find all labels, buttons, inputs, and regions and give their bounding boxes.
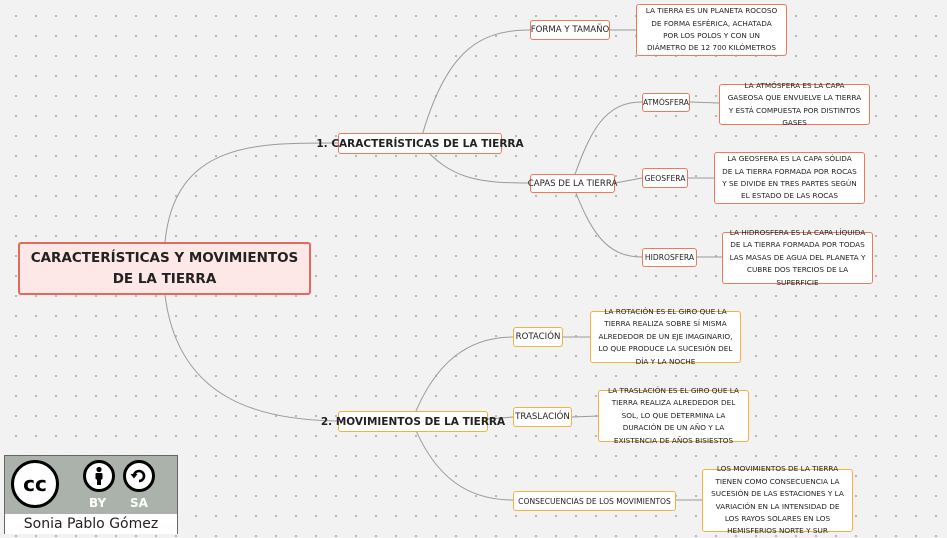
note-traslacion[interactable]: LA TRASLACIÓN ES EL GIRO QUE LA TIERRA R… <box>598 386 749 445</box>
attribution-icon <box>83 460 115 492</box>
note-consecuencias[interactable]: LOS MOVIMIENTOS DE LA TIERRA TIENEN COMO… <box>702 464 853 535</box>
connector-capas-atmosfera <box>571 101 643 184</box>
connector-root-movimientos <box>164 294 339 422</box>
root-topic-label: CARACTERÍSTICAS Y MOVIMIENTOS DE LA TIER… <box>30 249 299 287</box>
connector-car-forma <box>419 29 531 144</box>
connector-capas-geosfera <box>614 177 643 184</box>
connector-capas-hidrosfera <box>571 182 643 258</box>
note-hidrosfera[interactable]: LA HIDROSFERA ES LA CAPA LÍQUIDA DE LA T… <box>722 228 873 287</box>
connector-mov-rotacion <box>411 336 514 422</box>
subtopic-rotacion[interactable]: ROTACIÓN <box>513 327 563 347</box>
connector-traslacion-desc <box>571 415 599 418</box>
connector-mov-consecuencias <box>411 420 514 501</box>
subtopic-capas[interactable]: CAPAS DE LA TIERRA <box>527 174 618 193</box>
cc-by-label: BY <box>89 496 107 510</box>
subtopic-forma[interactable]: FORMA Y TAMAÑO <box>530 20 610 40</box>
cc-license-icons: cc BY SA <box>5 456 177 514</box>
note-forma[interactable]: LA TIERRA ES UN PLANETA ROCOSO DE FORMA … <box>636 4 787 56</box>
cc-license-badge: cc BY SA Sonia Pablo Gómez <box>4 455 178 534</box>
subtopic-capas-label: CAPAS DE LA TIERRA <box>527 178 618 189</box>
note-atmosfera[interactable]: LA ATMÓSFERA ES LA CAPA GASEOSA QUE ENVU… <box>719 81 870 127</box>
note-traslacion-text: LA TRASLACIÓN ES EL GIRO QUE LA TIERRA R… <box>608 385 739 445</box>
note-forma-text: LA TIERRA ES UN PLANETA ROCOSO DE FORMA … <box>645 6 778 53</box>
note-hidrosfera-text: LA HIDROSFERA ES LA CAPA LÍQUIDA DE LA T… <box>729 227 866 287</box>
subtopic-atmosfera[interactable]: ATMÓSFERA <box>642 93 690 112</box>
subtopic-consecuencias[interactable]: CONSECUENCIAS DE LOS MOVIMIENTOS <box>513 491 676 511</box>
note-geosfera-text: LA GEOSFERA ES LA CAPA SÓLIDA DE LA TIER… <box>722 154 857 201</box>
subtopic-rotacion-label: ROTACIÓN <box>515 332 561 342</box>
subtopic-hidrosfera[interactable]: HIDROSFERA <box>642 248 697 267</box>
topic-movimientos-label: 2. MOVIMIENTOS DE LA TIERRA <box>320 415 506 428</box>
cc-logo-icon: cc <box>11 460 59 508</box>
subtopic-consecuencias-label: CONSECUENCIAS DE LOS MOVIMIENTOS <box>518 496 671 506</box>
cc-sa-label: SA <box>130 496 148 510</box>
note-atmosfera-text: LA ATMÓSFERA ES LA CAPA GASEOSA QUE ENVU… <box>727 80 862 127</box>
root-topic[interactable]: CARACTERÍSTICAS Y MOVIMIENTOS DE LA TIER… <box>18 242 311 295</box>
subtopic-traslacion[interactable]: TRASLACIÓN <box>513 407 572 427</box>
note-rotacion[interactable]: LA ROTACIÓN ES EL GIRO QUE LA TIERRA REA… <box>590 307 741 366</box>
note-geosfera[interactable]: LA GEOSFERA ES LA CAPA SÓLIDA DE LA TIER… <box>714 152 865 204</box>
subtopic-traslacion-label: TRASLACIÓN <box>515 412 570 422</box>
topic-caracteristicas-label: 1. CARACTERÍSTICAS DE LA TIERRA <box>316 137 524 150</box>
topic-movimientos[interactable]: 2. MOVIMIENTOS DE LA TIERRA <box>321 411 505 432</box>
subtopic-forma-label: FORMA Y TAMAÑO <box>530 25 610 35</box>
note-rotacion-text: LA ROTACIÓN ES EL GIRO QUE LA TIERRA REA… <box>598 306 733 366</box>
subtopic-hidrosfera-label: HIDROSFERA <box>644 253 695 262</box>
share-alike-icon <box>123 460 155 492</box>
topic-caracteristicas[interactable]: 1. CARACTERÍSTICAS DE LA TIERRA <box>316 133 524 154</box>
subtopic-geosfera-label: GEOSFERA <box>644 173 686 183</box>
subtopic-atmosfera-label: ATMÓSFERA <box>643 98 689 107</box>
note-consecuencias-text: LOS MOVIMIENTOS DE LA TIERRA TIENEN COMO… <box>711 464 844 536</box>
connector-root-caracteristicas <box>164 142 339 243</box>
subtopic-geosfera[interactable]: GEOSFERA <box>642 168 688 188</box>
connector-atmosfera-desc <box>689 101 720 104</box>
cc-logo-text: cc <box>23 472 47 496</box>
author-name: Sonia Pablo Gómez <box>5 514 177 534</box>
